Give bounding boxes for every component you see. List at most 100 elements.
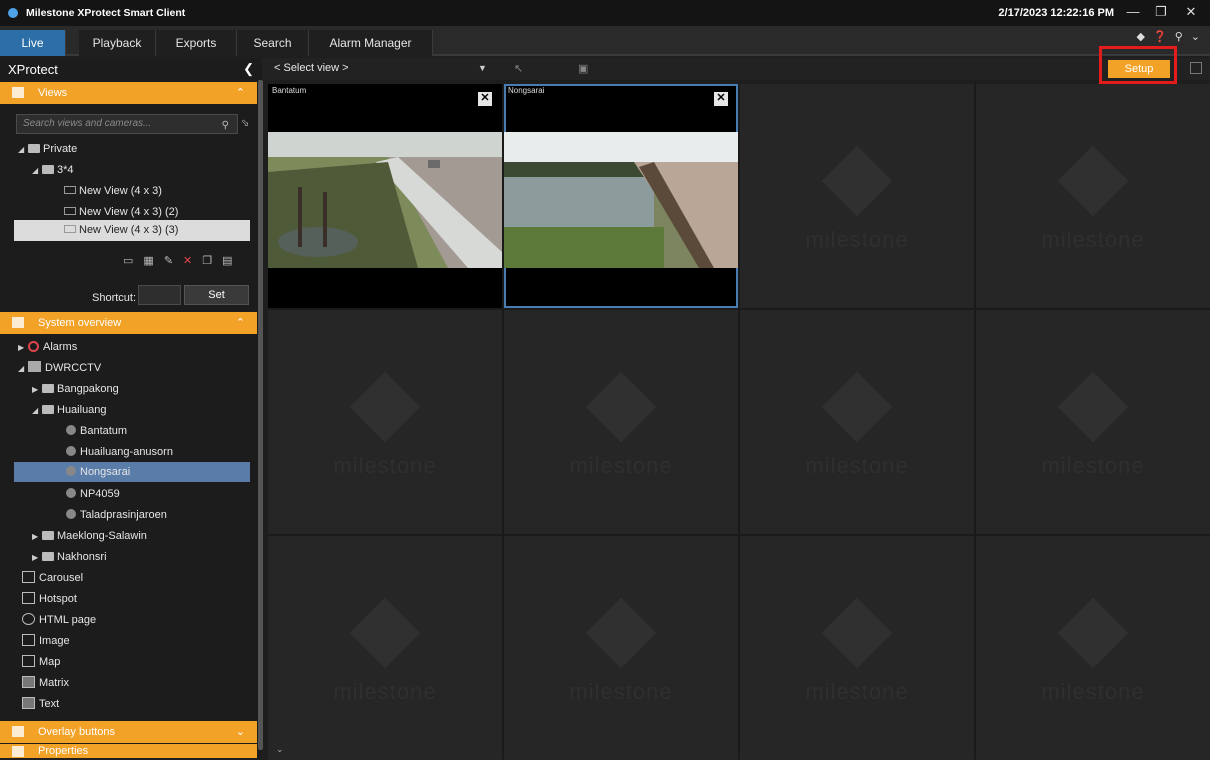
tree-image[interactable]: Image	[22, 632, 70, 650]
empty-view-tile[interactable]: milestone	[740, 536, 974, 760]
collapse-sidebar-icon[interactable]: ❮	[243, 61, 254, 77]
tree-group-3x4[interactable]: ◢ 3*4	[32, 161, 74, 179]
chevron-up-icon: ⌃	[235, 317, 245, 329]
close-button[interactable]: ✕	[1176, 0, 1206, 26]
system-overview-panel-header[interactable]: System overview ⌃	[0, 312, 257, 334]
search-icon[interactable]: ⚲	[222, 117, 229, 135]
alarm-icon	[28, 341, 39, 352]
sidebar-scrollbar[interactable]	[258, 80, 263, 750]
tree-view-item-selected[interactable]: New View (4 x 3) (3)	[64, 221, 178, 239]
views-panel-header[interactable]: Views ⌃	[0, 82, 257, 104]
tree-camera-item[interactable]: NP4059	[66, 485, 120, 503]
properties-icon	[12, 746, 24, 757]
empty-view-tile[interactable]: milestone	[976, 84, 1210, 308]
empty-view-tile[interactable]: milestone	[976, 536, 1210, 760]
empty-view-tile[interactable]: milestone	[740, 310, 974, 534]
tab-playback[interactable]: Playback	[79, 30, 156, 56]
empty-view-tile[interactable]: milestone	[504, 310, 738, 534]
folder-icon	[42, 384, 54, 393]
camera-grid: Bantatum ✕ Nongsarai ✕ milestone milesto…	[268, 84, 1210, 760]
network-icon[interactable]: ◆	[1137, 30, 1145, 43]
shortcut-input[interactable]	[138, 285, 181, 305]
set-button[interactable]: Set	[184, 285, 249, 305]
views-label: Views	[38, 87, 68, 99]
shortcut-label: Shortcut:	[92, 292, 137, 304]
close-camera-button[interactable]: ✕	[478, 92, 492, 106]
select-view-dropdown[interactable]: < Select view >	[274, 62, 349, 74]
tree-hotspot[interactable]: Hotspot	[22, 590, 77, 608]
search-input[interactable]: Search views and cameras... ⚲	[16, 114, 238, 134]
tree-folder-private[interactable]: ◢ Private	[18, 140, 77, 158]
tab-live[interactable]: Live	[0, 30, 66, 56]
camera-tile-bantatum[interactable]: Bantatum ✕	[268, 84, 502, 308]
new-view-icon[interactable]: ▦	[143, 254, 153, 267]
tree-html-page[interactable]: HTML page	[22, 611, 96, 629]
tree-carousel[interactable]: Carousel	[22, 569, 83, 587]
properties-panel-header[interactable]: Properties	[0, 744, 257, 758]
selected-camera-highlight	[14, 462, 250, 482]
edit-icon[interactable]: ✎	[164, 254, 173, 267]
close-camera-button[interactable]: ✕	[714, 92, 728, 106]
pointer-icon[interactable]: ↖	[514, 62, 523, 75]
tree-folder-bangpakong[interactable]: ▶ Bangpakong	[32, 380, 119, 398]
tab-exports[interactable]: Exports	[156, 30, 237, 56]
copy-icon[interactable]: ❐	[202, 254, 212, 267]
tree-folder-maeklong[interactable]: ▶ Maeklong-Salawin	[32, 527, 147, 545]
key-icon[interactable]: ⚲	[1175, 30, 1183, 43]
tree-text[interactable]: Text	[22, 695, 59, 713]
sidebar: XProtect ❮ Views ⌃ Search views and came…	[0, 58, 263, 758]
folder-icon	[42, 531, 54, 540]
snapshot-icon[interactable]: ▣	[578, 62, 588, 75]
empty-view-tile[interactable]: milestone	[268, 536, 502, 760]
tree-camera-item[interactable]: Bantatum	[66, 422, 127, 440]
globe-icon	[22, 613, 35, 625]
maximize-button[interactable]: ❐	[1146, 0, 1176, 26]
milestone-logo-icon	[349, 371, 421, 443]
setup-button[interactable]: Setup	[1108, 60, 1170, 78]
chevron-down-icon[interactable]: ⌄	[1191, 30, 1200, 43]
chevron-up-icon: ⌃	[235, 87, 245, 99]
grid-view-icon	[64, 207, 76, 215]
search-options-icon[interactable]: ⬂	[241, 118, 249, 129]
tree-alarms[interactable]: ▶ Alarms	[18, 338, 77, 356]
tab-search[interactable]: Search	[237, 30, 309, 56]
tree-server-dwrcctv[interactable]: ◢ DWRCCTV	[18, 359, 101, 377]
paste-icon[interactable]: ▤	[222, 254, 232, 267]
tree-view-item[interactable]: New View (4 x 3) (2)	[64, 203, 178, 221]
delete-icon[interactable]: ✕	[183, 254, 192, 267]
tree-camera-item[interactable]: Taladprasinjaroen	[66, 506, 167, 524]
camera-video-feed	[268, 132, 502, 268]
image-icon	[22, 634, 35, 646]
server-icon	[28, 361, 41, 372]
new-group-icon[interactable]: ▭	[123, 254, 133, 267]
views-icon	[12, 87, 24, 98]
tree-map[interactable]: Map	[22, 653, 60, 671]
camera-icon	[66, 425, 76, 435]
expand-down-icon[interactable]: ⌄	[276, 744, 284, 755]
overlay-buttons-panel-header[interactable]: Overlay buttons ⌄	[0, 721, 257, 743]
tree-camera-item[interactable]: Huailuang-anusorn	[66, 443, 173, 461]
tree-folder-huailuang[interactable]: ◢ Huailuang	[32, 401, 107, 419]
tree-view-item[interactable]: New View (4 x 3)	[64, 182, 162, 200]
tab-alarm-manager[interactable]: Alarm Manager	[309, 30, 433, 56]
help-icon[interactable]: ❓	[1153, 30, 1167, 43]
hotspot-icon	[22, 592, 35, 604]
empty-logo-text: milestone	[333, 679, 437, 704]
tree-camera-item-selected[interactable]: Nongsarai	[66, 463, 130, 481]
minimize-button[interactable]: —	[1118, 0, 1148, 26]
empty-view-tile[interactable]: milestone	[976, 310, 1210, 534]
tree-matrix[interactable]: Matrix	[22, 674, 69, 692]
empty-view-tile[interactable]: milestone	[268, 310, 502, 534]
views-toolbar: ▭ ▦ ✎ ✕ ❐ ▤	[123, 254, 233, 267]
camera-tile-nongsarai[interactable]: Nongsarai ✕	[504, 84, 738, 308]
sidebar-title: XProtect	[8, 61, 58, 77]
fullscreen-icon[interactable]	[1190, 62, 1202, 74]
dropdown-caret-icon[interactable]: ▼	[478, 63, 487, 73]
map-icon	[22, 655, 35, 667]
tree-folder-nakhonsri[interactable]: ▶ Nakhonsri	[32, 548, 107, 566]
search-placeholder: Search views and cameras...	[23, 118, 152, 129]
camera-label: Nongsarai	[508, 86, 545, 95]
empty-view-tile[interactable]: milestone	[740, 84, 974, 308]
main-tab-bar: Live Playback Exports Search Alarm Manag…	[0, 26, 1210, 56]
empty-view-tile[interactable]: milestone	[504, 536, 738, 760]
